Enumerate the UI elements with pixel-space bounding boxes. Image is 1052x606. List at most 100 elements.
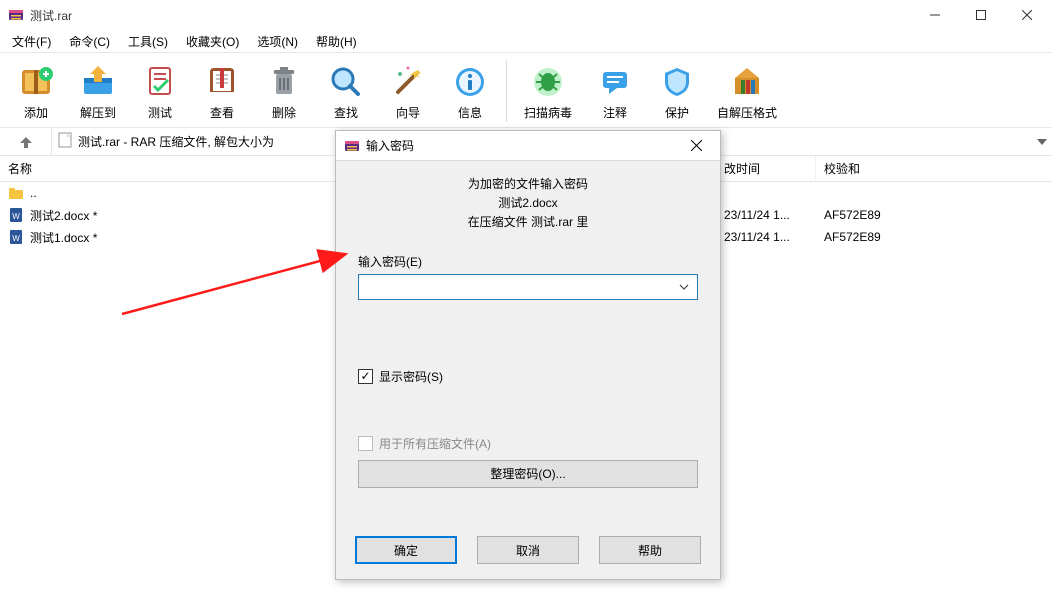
minimize-button[interactable]: [912, 0, 958, 30]
toolbar-info[interactable]: 信息: [440, 60, 500, 123]
column-name-label: 名称: [8, 160, 32, 177]
toolbar-find[interactable]: 查找: [316, 60, 376, 123]
pathbar-dropdown[interactable]: [1032, 128, 1052, 155]
toolbar-test[interactable]: 测试: [130, 60, 190, 123]
chevron-down-icon: [679, 284, 689, 290]
toolbar-separator: [506, 60, 507, 122]
archive-add-icon: [14, 62, 58, 102]
file-list-right-columns: 改时间 校验和 23/11/24 1... AF572E89 23/11/24 …: [720, 156, 1040, 248]
row-up-name: ..: [30, 186, 37, 200]
column-mtime-label: 改时间: [724, 162, 760, 176]
titlebar: 测试.rar: [0, 0, 1052, 30]
maximize-button[interactable]: [958, 0, 1004, 30]
pathbar-up-button[interactable]: [0, 128, 52, 155]
password-dialog: 输入密码 为加密的文件输入密码 测试2.docx 在压缩文件 测试.rar 里 …: [335, 130, 721, 580]
column-crc-label: 校验和: [824, 162, 860, 176]
menu-favorites[interactable]: 收藏夹(O): [178, 31, 247, 52]
toolbar-view-label: 查看: [210, 104, 234, 121]
app-icon: [344, 138, 360, 154]
toolbar-protect-label: 保护: [665, 104, 689, 121]
menubar: 文件(F) 命令(C) 工具(S) 收藏夹(O) 选项(N) 帮助(H): [0, 30, 1052, 52]
close-icon: [691, 140, 702, 151]
test-icon: [138, 62, 182, 102]
toolbar-view[interactable]: 查看: [192, 60, 252, 123]
show-password-checkbox[interactable]: 显示密码(S): [358, 368, 698, 385]
toolbar-add[interactable]: 添加: [6, 60, 66, 123]
pathbar-text: 测试.rar - RAR 压缩文件, 解包大小为: [78, 133, 274, 150]
toolbar-wizard[interactable]: 向导: [378, 60, 438, 123]
sfx-icon: [725, 62, 769, 102]
toolbar-virus-scan[interactable]: 扫描病毒: [513, 60, 583, 123]
toolbar-comment[interactable]: 注释: [585, 60, 645, 123]
docx-icon: W: [8, 229, 24, 245]
window-controls: [912, 0, 1050, 30]
organize-passwords-label: 整理密码(O)...: [490, 465, 565, 482]
column-mtime[interactable]: 改时间: [720, 156, 816, 181]
comment-icon: [593, 62, 637, 102]
toolbar-info-label: 信息: [458, 104, 482, 121]
docx-icon: W: [8, 207, 24, 223]
svg-text:W: W: [12, 212, 20, 221]
toolbar-delete-label: 删除: [272, 104, 296, 121]
row-name: 测试1.docx *: [30, 229, 97, 246]
menu-commands[interactable]: 命令(C): [61, 31, 118, 52]
chevron-down-icon: [1037, 139, 1047, 145]
view-icon: [200, 62, 244, 102]
toolbar-extract-to-label: 解压到: [80, 104, 116, 121]
dialog-heading: 为加密的文件输入密码 测试2.docx 在压缩文件 测试.rar 里: [358, 175, 698, 233]
dialog-close-button[interactable]: [676, 132, 716, 160]
password-combobox[interactable]: [358, 274, 698, 300]
toolbar-extract-to[interactable]: 解压到: [68, 60, 128, 123]
cell-mtime: 23/11/24 1...: [720, 230, 816, 244]
toolbar: 添加 解压到 测试 查看 删除 查找 向导 信息 扫描病毒 注释 保护: [0, 52, 1052, 128]
toolbar-sfx[interactable]: 自解压格式: [709, 60, 785, 123]
annotation-arrow: [118, 238, 358, 318]
cell-crc: AF572E89: [816, 230, 926, 244]
wizard-icon: [386, 62, 430, 102]
use-for-all-label: 用于所有压缩文件(A): [379, 435, 491, 452]
ok-button[interactable]: 确定: [355, 536, 457, 564]
find-icon: [324, 62, 368, 102]
menu-tools[interactable]: 工具(S): [120, 31, 176, 52]
row-name: 测试2.docx *: [30, 207, 97, 224]
use-for-all-checkbox[interactable]: 用于所有压缩文件(A): [358, 435, 698, 452]
menu-options[interactable]: 选项(N): [249, 31, 306, 52]
password-label: 输入密码(E): [358, 253, 698, 270]
svg-text:W: W: [12, 234, 20, 243]
cell-mtime: 23/11/24 1...: [720, 208, 816, 222]
password-input[interactable]: [363, 276, 675, 298]
help-button[interactable]: 帮助: [599, 536, 701, 564]
protect-icon: [655, 62, 699, 102]
dialog-button-row: 确定 取消 帮助: [336, 531, 720, 579]
extract-icon: [76, 62, 120, 102]
show-password-label: 显示密码(S): [379, 368, 443, 385]
column-crc[interactable]: 校验和: [816, 156, 926, 181]
menu-help[interactable]: 帮助(H): [308, 31, 365, 52]
organize-passwords-button[interactable]: 整理密码(O)...: [358, 460, 698, 488]
cell-crc: AF572E89: [816, 208, 926, 222]
dialog-heading-line1: 为加密的文件输入密码: [358, 175, 698, 194]
menu-file[interactable]: 文件(F): [4, 31, 59, 52]
dialog-body: 为加密的文件输入密码 测试2.docx 在压缩文件 测试.rar 里 输入密码(…: [336, 161, 720, 531]
toolbar-protect[interactable]: 保护: [647, 60, 707, 123]
password-dropdown-arrow[interactable]: [675, 284, 693, 290]
info-icon: [448, 62, 492, 102]
cancel-button[interactable]: 取消: [477, 536, 579, 564]
help-button-label: 帮助: [638, 542, 662, 559]
dialog-title: 输入密码: [366, 137, 676, 154]
dialog-heading-line3: 在压缩文件 测试.rar 里: [358, 213, 698, 232]
toolbar-find-label: 查找: [334, 104, 358, 121]
toolbar-wizard-label: 向导: [396, 104, 420, 121]
window-title: 测试.rar: [30, 7, 72, 24]
toolbar-delete[interactable]: 删除: [254, 60, 314, 123]
app-icon: [8, 7, 24, 23]
file-icon: [58, 132, 72, 151]
toolbar-add-label: 添加: [24, 104, 48, 121]
toolbar-comment-label: 注释: [603, 104, 627, 121]
close-button[interactable]: [1004, 0, 1050, 30]
toolbar-virus-scan-label: 扫描病毒: [524, 104, 572, 121]
dialog-titlebar[interactable]: 输入密码: [336, 131, 720, 161]
toolbar-sfx-label: 自解压格式: [717, 104, 777, 121]
toolbar-test-label: 测试: [148, 104, 172, 121]
checkbox-icon: [358, 436, 373, 451]
